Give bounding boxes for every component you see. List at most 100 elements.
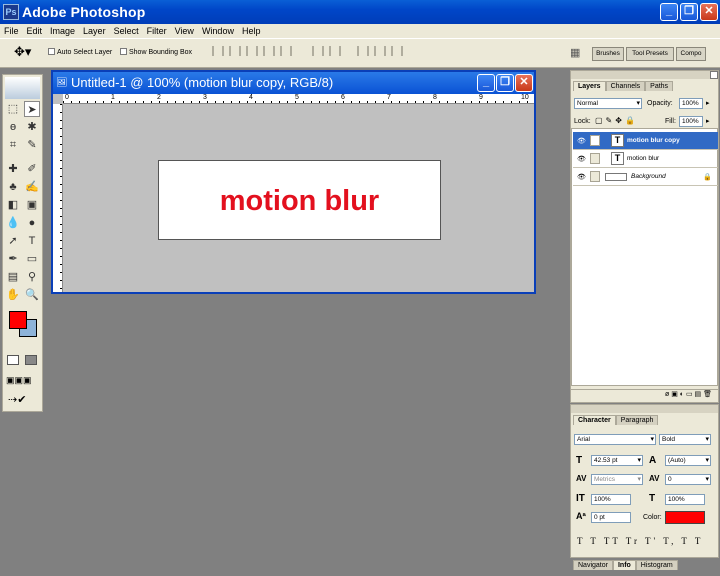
tab-channels[interactable]: Channels — [605, 81, 646, 91]
doc-minimize-button[interactable]: _ — [477, 74, 495, 92]
tracking-input[interactable]: 0 — [665, 474, 711, 485]
crop-tool-icon[interactable]: ⌗ — [5, 137, 21, 153]
dodge-tool-icon[interactable]: ● — [24, 215, 40, 231]
history-brush-icon[interactable]: ✍ — [24, 179, 40, 195]
bounding-box-checkbox[interactable] — [120, 48, 127, 56]
horizontal-scale-input[interactable]: 100% — [665, 494, 705, 505]
align-top-icon[interactable] — [212, 46, 224, 56]
move-tool-icon[interactable]: ✥▾ — [14, 44, 31, 60]
font-style-select[interactable]: Bold — [659, 434, 711, 445]
layer-row-motion-blur-copy[interactable]: 👁 T motion blur copy — [573, 132, 718, 150]
gradient-tool-icon[interactable]: ▣ — [24, 197, 40, 213]
quick-mask-mode-icon[interactable] — [25, 355, 37, 365]
type-tool-icon[interactable]: T — [24, 233, 40, 249]
bounding-box-option[interactable]: Show Bounding Box — [120, 47, 192, 56]
tab-paragraph[interactable]: Paragraph — [615, 415, 659, 425]
pen-tool-icon[interactable]: ✒ — [5, 251, 21, 267]
layer-name[interactable]: motion blur — [627, 155, 659, 162]
minimize-button[interactable]: _ — [660, 3, 678, 21]
healing-brush-icon[interactable]: ✚ — [5, 161, 21, 177]
layer-name[interactable]: motion blur copy — [627, 137, 680, 144]
foreground-color-swatch[interactable] — [9, 311, 27, 329]
magic-wand-tool-icon[interactable]: ✱ — [24, 119, 40, 135]
fill-arrow-icon[interactable]: ▸ — [706, 117, 710, 125]
shape-tool-icon[interactable]: ▭ — [24, 251, 40, 267]
layer-actions-icons[interactable]: ø ▣ ◐ ▭ ▤ 🗑 — [665, 391, 712, 398]
eraser-tool-icon[interactable]: ◧ — [5, 197, 21, 213]
jump-to-imageready-icon[interactable]: ⇢✔ — [8, 393, 26, 406]
fill-input[interactable]: 100% — [679, 116, 703, 127]
marquee-tool-icon[interactable]: ⬚ — [5, 101, 21, 117]
vertical-scale-input[interactable]: 100% — [591, 494, 631, 505]
kerning-input[interactable]: Metrics — [591, 474, 643, 485]
brushes-well[interactable]: Brushes — [592, 47, 624, 61]
auto-select-checkbox[interactable] — [48, 48, 55, 56]
tab-paths[interactable]: Paths — [645, 81, 674, 91]
visibility-eye-icon[interactable]: 👁 — [577, 137, 586, 145]
file-browser-icon[interactable]: ▦ — [570, 46, 580, 59]
lock-icons[interactable]: ▢✎✥🔒 — [595, 116, 638, 125]
brush-tool-icon[interactable]: ✐ — [24, 161, 40, 177]
blend-mode-select[interactable]: Normal — [574, 98, 642, 109]
menu-select[interactable]: Select — [110, 24, 143, 38]
menu-file[interactable]: File — [0, 24, 23, 38]
doc-maximize-button[interactable]: ❐ — [496, 74, 514, 92]
canvas-text[interactable]: motion blur — [159, 185, 440, 218]
tab-navigator[interactable]: Navigator — [573, 560, 613, 570]
link-slot[interactable] — [590, 171, 600, 182]
leading-input[interactable]: (Auto) — [665, 455, 711, 466]
tab-layers[interactable]: Layers — [573, 81, 606, 91]
menu-view[interactable]: View — [171, 24, 198, 38]
panel-close-icon[interactable] — [710, 71, 718, 79]
type-style-buttons[interactable]: T T TT Tr T' T, T T — [577, 536, 703, 546]
zoom-tool-icon[interactable]: 🔍 — [24, 287, 40, 303]
align-left-icon[interactable] — [263, 46, 275, 56]
font-family-select[interactable]: Arial — [574, 434, 656, 445]
brush-link-icon[interactable] — [590, 135, 600, 146]
distribute-vcenter-icon[interactable] — [329, 46, 341, 56]
close-button[interactable]: ✕ — [700, 3, 718, 21]
doc-close-button[interactable]: ✕ — [515, 74, 533, 92]
maximize-button[interactable]: ❐ — [680, 3, 698, 21]
screen-mode-icons[interactable]: ▣▣▣ — [6, 375, 32, 386]
move-tool-icon[interactable]: ➤ — [24, 101, 40, 117]
text-color-swatch[interactable] — [665, 511, 705, 524]
comps-well[interactable]: Compo — [676, 47, 706, 61]
distribute-hcenter-icon[interactable] — [374, 46, 386, 56]
auto-select-option[interactable]: Auto Select Layer — [48, 47, 112, 56]
hand-tool-icon[interactable]: ✋ — [5, 287, 21, 303]
align-bottom-icon[interactable] — [246, 46, 258, 56]
menu-image[interactable]: Image — [46, 24, 79, 38]
font-size-input[interactable]: 42.53 pt — [591, 455, 643, 466]
blur-tool-icon[interactable]: 💧 — [5, 215, 21, 231]
lasso-tool-icon[interactable]: ɵ — [5, 119, 21, 135]
opacity-arrow-icon[interactable]: ▸ — [706, 99, 710, 107]
align-hcenter-icon[interactable] — [280, 46, 292, 56]
opacity-input[interactable]: 100% — [679, 98, 703, 109]
path-selection-icon[interactable]: ➚ — [5, 233, 21, 249]
distribute-right-icon[interactable] — [391, 46, 403, 56]
layer-name[interactable]: Background — [631, 173, 666, 180]
canvas[interactable]: motion blur — [158, 160, 441, 240]
layer-row-motion-blur[interactable]: 👁 T motion blur — [573, 150, 718, 168]
distribute-top-icon[interactable] — [312, 46, 324, 56]
tab-character[interactable]: Character — [573, 415, 616, 425]
eyedropper-tool-icon[interactable]: ⚲ — [24, 269, 40, 285]
menu-filter[interactable]: Filter — [143, 24, 171, 38]
layer-row-background[interactable]: 👁 Background 🔒 — [573, 168, 718, 186]
visibility-eye-icon[interactable]: 👁 — [577, 173, 586, 181]
baseline-shift-input[interactable]: 0 pt — [591, 512, 631, 523]
align-vcenter-icon[interactable] — [229, 46, 241, 56]
slice-tool-icon[interactable]: ✎ — [24, 137, 40, 153]
menu-window[interactable]: Window — [198, 24, 238, 38]
distribute-left-icon[interactable] — [357, 46, 369, 56]
tool-presets-well[interactable]: Tool Presets — [626, 47, 674, 61]
standard-mode-icon[interactable] — [7, 355, 19, 365]
menu-help[interactable]: Help — [238, 24, 265, 38]
tab-histogram[interactable]: Histogram — [635, 560, 678, 570]
visibility-eye-icon[interactable]: 👁 — [577, 155, 586, 163]
menu-layer[interactable]: Layer — [79, 24, 110, 38]
clone-stamp-icon[interactable]: ♣ — [5, 179, 21, 195]
link-slot[interactable] — [590, 153, 600, 164]
tab-info[interactable]: Info — [612, 560, 636, 570]
